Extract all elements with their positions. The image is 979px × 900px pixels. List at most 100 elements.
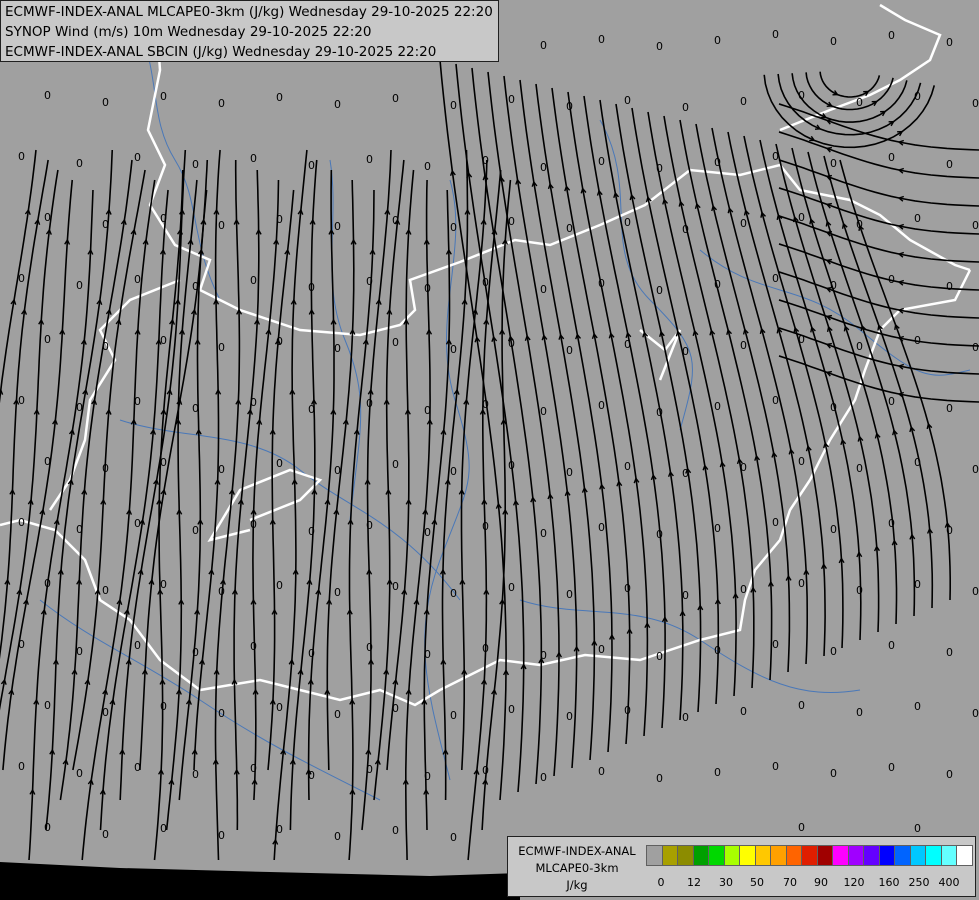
legend-swatch — [863, 845, 880, 866]
zero-value-label: 0 — [366, 275, 373, 288]
weather-map: 0 0 0 0 0 0 0 0 0 0 0 0 0 0 0 0 0 0 0 0 0 0 0 0 0 0 0 0 0 0 0 0 0 0 0 0 0 0 0 0… — [0, 0, 979, 900]
legend-tick-label: 90 — [814, 876, 828, 889]
zero-value-label: 0 — [482, 764, 489, 777]
zero-value-label: 0 — [740, 217, 747, 230]
legend-swatch — [878, 845, 896, 866]
zero-value-label: 0 — [830, 35, 837, 48]
zero-value-label: 0 — [946, 280, 953, 293]
zero-value-label: 0 — [772, 638, 779, 651]
zero-value-label: 0 — [798, 211, 805, 224]
zero-value-label: 0 — [714, 400, 721, 413]
zero-value-label: 0 — [334, 586, 341, 599]
zero-value-label: 0 — [830, 279, 837, 292]
zero-value-label: 0 — [218, 829, 225, 842]
zero-value-label: 0 — [160, 90, 167, 103]
legend-tick-label: 30 — [719, 876, 733, 889]
zero-value-label: 0 — [508, 459, 515, 472]
zero-value-label: 0 — [914, 456, 921, 469]
zero-value-label: 0 — [656, 406, 663, 419]
zero-value-label: 0 — [740, 461, 747, 474]
zero-value-label: 0 — [540, 649, 547, 662]
zero-value-label: 0 — [76, 279, 83, 292]
zero-value-label: 0 — [798, 333, 805, 346]
zero-value-label: 0 — [76, 523, 83, 536]
zero-value-label: 0 — [250, 762, 257, 775]
title-sbcin: ECMWF-INDEX-ANAL SBCIN (J/kg) Wednesday … — [5, 44, 437, 60]
zero-value-label: 0 — [566, 344, 573, 357]
zero-value-label: 0 — [540, 283, 547, 296]
zero-value-label: 0 — [250, 274, 257, 287]
zero-value-label: 0 — [44, 699, 51, 712]
zero-value-label: 0 — [830, 523, 837, 536]
zero-value-label: 0 — [250, 640, 257, 653]
zero-value-label: 0 — [798, 699, 805, 712]
zero-value-label: 0 — [276, 457, 283, 470]
zero-value-label: 0 — [192, 646, 199, 659]
zero-value-label: 0 — [366, 519, 373, 532]
zero-value-label: 0 — [18, 760, 25, 773]
zero-value-label: 0 — [624, 94, 631, 107]
zero-value-label: 0 — [772, 394, 779, 407]
zero-value-label: 0 — [366, 153, 373, 166]
zero-value-label: 0 — [366, 763, 373, 776]
zero-value-label: 0 — [856, 340, 863, 353]
zero-value-label: 0 — [134, 517, 141, 530]
zero-value-label: 0 — [888, 395, 895, 408]
zero-value-label: 0 — [18, 516, 25, 529]
zero-value-label: 0 — [508, 581, 515, 594]
zero-value-label: 0 — [656, 650, 663, 663]
legend-swatch — [646, 845, 663, 866]
zero-value-label: 0 — [424, 648, 431, 661]
legend-swatch — [816, 845, 834, 866]
zero-value-label: 0 — [134, 395, 141, 408]
legend-tick-label: 120 — [843, 876, 865, 889]
zero-value-label: 0 — [482, 642, 489, 655]
zero-value-label: 0 — [218, 585, 225, 598]
zero-value-label: 0 — [656, 772, 663, 785]
zero-value-label: 0 — [218, 707, 225, 720]
zero-value-label: 0 — [508, 703, 515, 716]
zero-value-label: 0 — [566, 710, 573, 723]
zero-value-label: 0 — [192, 158, 199, 171]
color-legend: ECMWF-INDEX-ANAL MLCAPE0-3km J/kg 0 12 30 5… — [507, 836, 976, 897]
zero-value-label: 0 — [102, 96, 109, 109]
zero-value-label: 0 — [308, 281, 315, 294]
zero-value-label: 0 — [334, 464, 341, 477]
map-title-box: ECMWF-INDEX-ANAL MLCAPE0-3km (J/kg) Wedn… — [0, 0, 499, 62]
zero-value-label: 0 — [482, 520, 489, 533]
legend-swatch — [847, 845, 865, 866]
zero-value-label: 0 — [972, 585, 979, 598]
zero-value-label: 0 — [308, 769, 315, 782]
zero-value-label: 0 — [798, 455, 805, 468]
zero-value-label: 0 — [276, 823, 283, 836]
zero-value-label: 0 — [134, 273, 141, 286]
zero-value-label: 0 — [682, 711, 689, 724]
zero-value-label: 0 — [972, 707, 979, 720]
zero-value-label: 0 — [830, 401, 837, 414]
zero-value-label: 0 — [624, 338, 631, 351]
zero-value-label: 0 — [772, 516, 779, 529]
zero-value-label: 0 — [392, 92, 399, 105]
zero-value-label: 0 — [424, 282, 431, 295]
zero-value-label: 0 — [450, 709, 457, 722]
zero-value-label: 0 — [540, 39, 547, 52]
zero-value-label: 0 — [946, 524, 953, 537]
zero-value-label: 0 — [972, 341, 979, 354]
zero-value-label: 0 — [946, 36, 953, 49]
zero-value-label: 0 — [508, 215, 515, 228]
zero-value-label: 0 — [566, 222, 573, 235]
zero-value-label: 0 — [540, 527, 547, 540]
zero-value-label: 0 — [334, 98, 341, 111]
zero-value-label: 0 — [598, 277, 605, 290]
title-mlcape: ECMWF-INDEX-ANAL MLCAPE0-3km (J/kg) Wedn… — [5, 4, 493, 20]
zero-value-label: 0 — [740, 705, 747, 718]
zero-value-label: 0 — [566, 588, 573, 601]
zero-value-label: 0 — [972, 219, 979, 232]
zero-value-label: 0 — [392, 336, 399, 349]
zero-value-label: 0 — [740, 583, 747, 596]
zero-value-label: 0 — [482, 276, 489, 289]
zero-value-label: 0 — [102, 706, 109, 719]
zero-value-label: 0 — [856, 462, 863, 475]
zero-value-label: 0 — [624, 460, 631, 473]
zero-value-label: 0 — [946, 646, 953, 659]
